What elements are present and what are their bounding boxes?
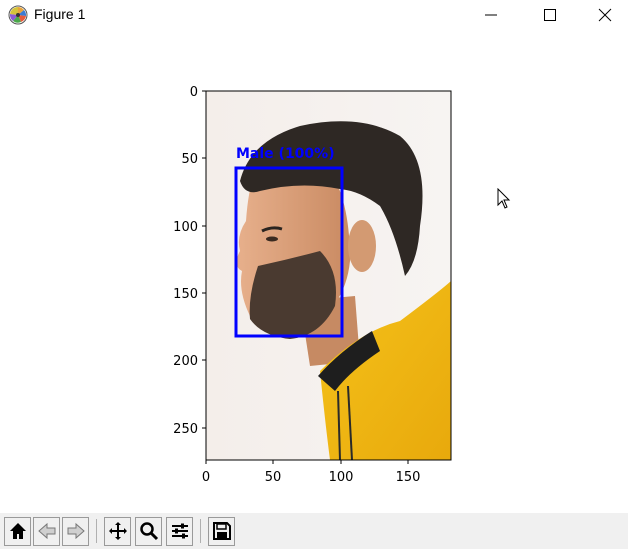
figure-canvas[interactable]: Male (100%) 0 50 100 150 200 250 0 50 10… — [0, 31, 628, 513]
y-tick-label: 250 — [173, 422, 198, 437]
forward-icon — [67, 522, 85, 540]
zoom-icon — [140, 522, 159, 541]
back-button[interactable] — [33, 517, 60, 546]
toolbar-separator — [96, 519, 97, 543]
x-tick-label: 150 — [396, 470, 421, 485]
home-icon — [10, 523, 26, 539]
minimize-icon — [485, 14, 497, 16]
maximize-icon — [544, 9, 556, 21]
save-button[interactable] — [208, 517, 235, 546]
back-icon — [38, 522, 56, 540]
close-icon — [598, 8, 612, 22]
maximize-button[interactable] — [527, 0, 573, 31]
save-icon — [213, 522, 231, 540]
y-tick-label: 100 — [173, 220, 198, 235]
x-tick-label: 100 — [329, 470, 354, 485]
mouse-cursor-icon — [497, 188, 511, 209]
close-button[interactable] — [582, 0, 628, 31]
matplotlib-logo-icon — [8, 5, 28, 25]
zoom-button[interactable] — [135, 517, 162, 546]
pan-icon — [109, 522, 127, 540]
bounding-box-label: Male (100%) — [236, 146, 335, 162]
x-axis: 0 50 100 150 — [202, 460, 421, 485]
toolbar-separator — [200, 519, 201, 543]
y-tick-label: 50 — [181, 152, 198, 167]
minimize-button[interactable] — [468, 0, 514, 31]
y-tick-label: 0 — [190, 85, 198, 100]
x-tick-label: 0 — [202, 470, 210, 485]
y-axis: 0 50 100 150 200 250 — [173, 85, 206, 437]
y-tick-label: 200 — [173, 354, 198, 369]
pan-button[interactable] — [104, 517, 131, 546]
navigation-toolbar — [0, 513, 628, 549]
y-tick-label: 150 — [173, 287, 198, 302]
forward-button[interactable] — [62, 517, 89, 546]
title-bar: Figure 1 — [0, 0, 628, 31]
home-button[interactable] — [4, 517, 31, 546]
configure-subplots-icon — [172, 523, 188, 539]
configure-subplots-button[interactable] — [166, 517, 193, 546]
plot-svg: Male (100%) 0 50 100 150 200 250 0 50 10… — [173, 85, 452, 485]
x-tick-label: 50 — [265, 470, 282, 485]
window-title: Figure 1 — [34, 6, 86, 22]
